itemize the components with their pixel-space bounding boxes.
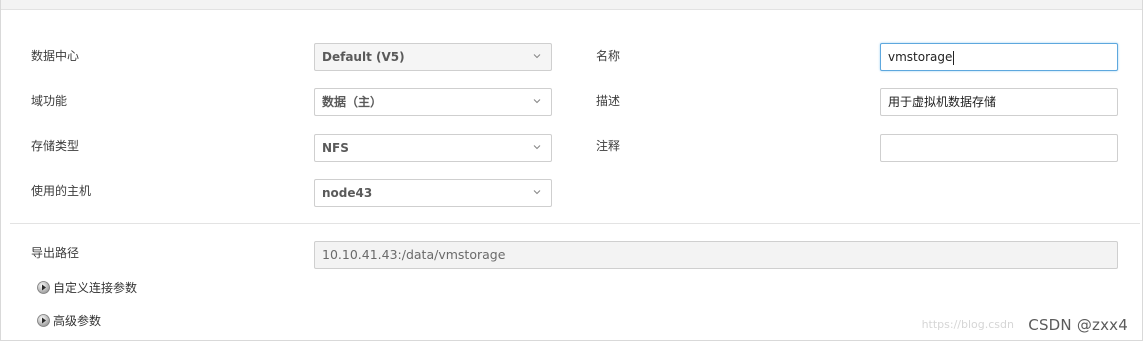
chevron-down-icon (533, 54, 541, 59)
advanced-params-expander[interactable]: 高级参数 (37, 312, 101, 329)
watermark-url: https://blog.csdn (921, 318, 1014, 331)
expand-arrow-icon (37, 314, 50, 327)
dialog-top-bar (1, 0, 1142, 10)
domain-function-select[interactable]: 数据（主） (314, 88, 552, 116)
storage-type-value: NFS (322, 141, 349, 155)
host-select[interactable]: node43 (314, 179, 552, 207)
name-label: 名称 (596, 49, 621, 63)
custom-connection-params-label: 自定义连接参数 (53, 281, 138, 295)
datacenter-value: Default (V5) (322, 50, 405, 64)
storage-type-select[interactable]: NFS (314, 134, 552, 162)
text-caret (953, 50, 955, 65)
csdn-watermark: CSDN @zxx4 (1028, 316, 1128, 334)
domain-function-value: 数据（主） (322, 95, 383, 109)
expand-arrow-icon (37, 281, 50, 294)
export-path-label: 导出路径 (31, 246, 80, 260)
export-path-input[interactable]: 10.10.41.43:/data/vmstorage (314, 241, 1118, 269)
name-value: vmstorage (888, 50, 953, 64)
section-divider (10, 223, 1140, 224)
comment-input[interactable] (880, 134, 1118, 162)
domain-function-label: 域功能 (31, 94, 68, 108)
host-value: node43 (322, 186, 373, 200)
storage-type-label: 存储类型 (31, 139, 80, 153)
host-label: 使用的主机 (31, 184, 92, 198)
description-input[interactable]: 用于虚拟机数据存储 (880, 88, 1118, 116)
chevron-down-icon (533, 190, 541, 195)
custom-connection-params-expander[interactable]: 自定义连接参数 (37, 279, 137, 296)
storage-dialog: 数据中心 Default (V5) 域功能 数据（主） 存储类型 NFS 使用的… (0, 0, 1143, 341)
chevron-down-icon (533, 99, 541, 104)
export-path-value: 10.10.41.43:/data/vmstorage (322, 247, 506, 262)
chevron-down-icon (533, 145, 541, 150)
advanced-params-label: 高级参数 (53, 314, 102, 328)
description-label: 描述 (596, 94, 621, 108)
description-value: 用于虚拟机数据存储 (888, 95, 997, 109)
datacenter-label: 数据中心 (31, 49, 80, 63)
datacenter-select[interactable]: Default (V5) (314, 43, 552, 71)
comment-label: 注释 (596, 139, 621, 153)
name-input[interactable]: vmstorage (880, 43, 1118, 71)
